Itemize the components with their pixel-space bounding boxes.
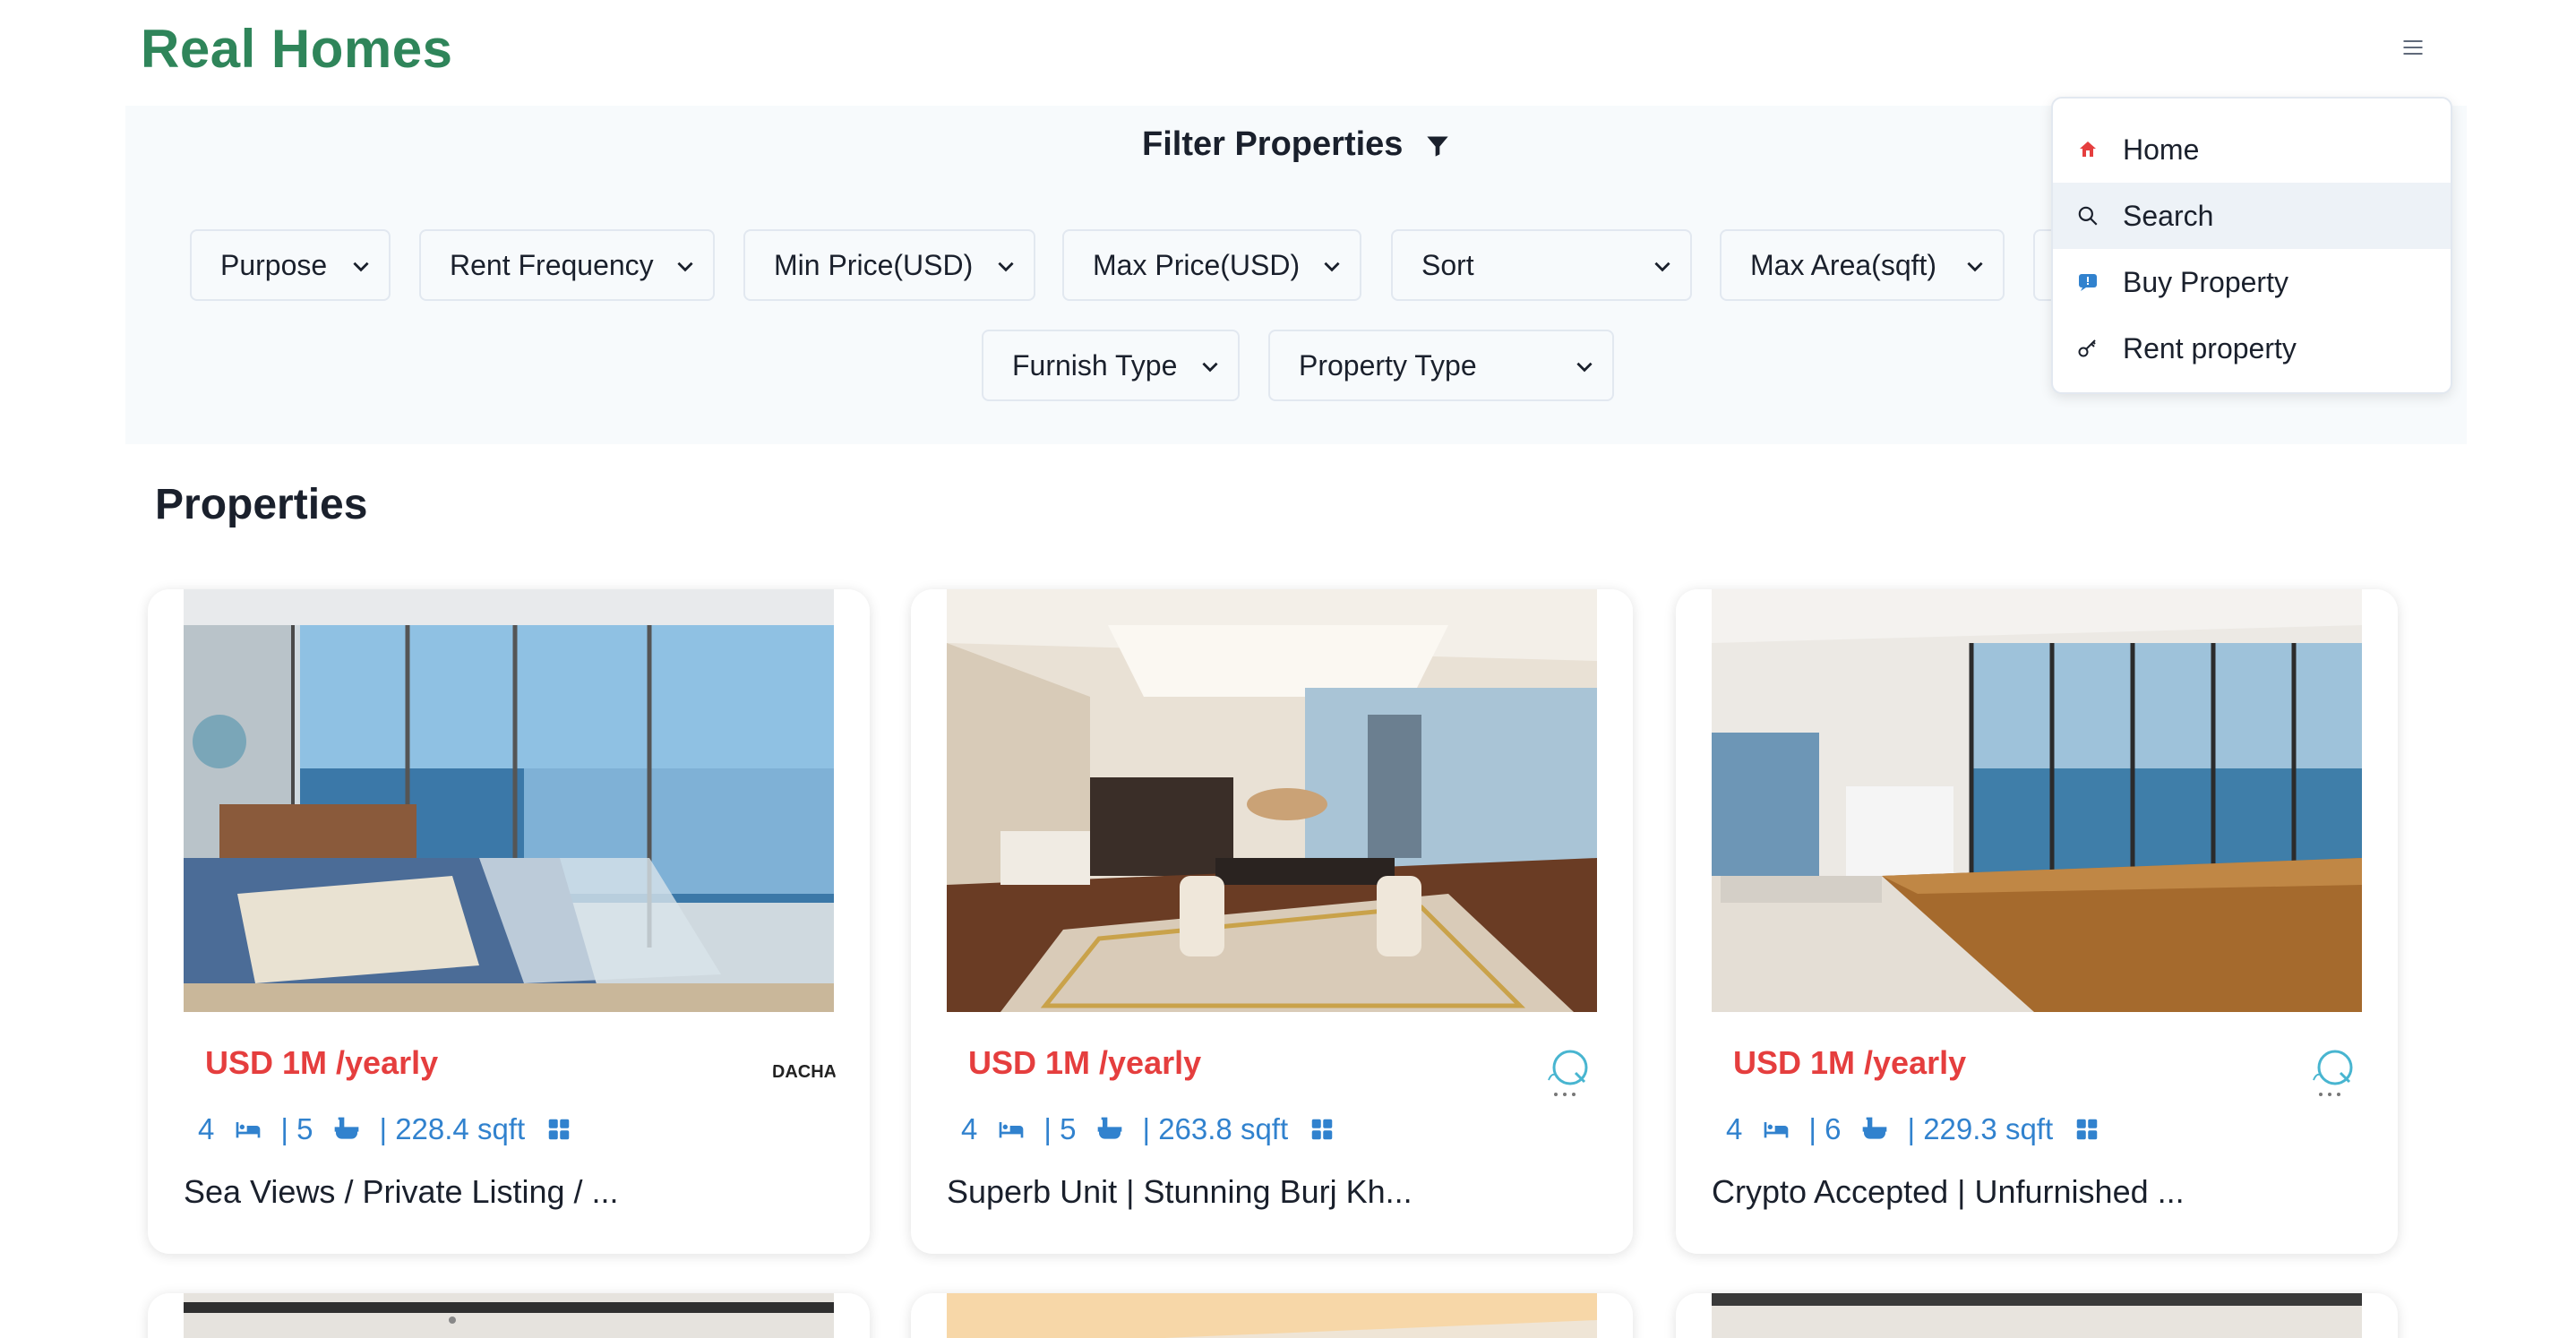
- property-stats: 4 | 6 | 229.3 sqft: [1726, 1112, 2119, 1146]
- home-icon: [2076, 138, 2099, 161]
- property-photo[interactable]: [184, 1293, 834, 1338]
- agency-logo: [1536, 1041, 1599, 1103]
- property-photo[interactable]: [184, 589, 834, 1012]
- max-area-select-label: Max Area(sqft): [1750, 248, 1937, 281]
- rent-frequency-select-label: Rent Frequency: [450, 248, 654, 281]
- aqua-logo-icon: [1548, 1050, 1588, 1096]
- property-photo[interactable]: [947, 1293, 1597, 1338]
- property-photo[interactable]: [1712, 589, 2362, 1012]
- min-price-select-label: Min Price(USD): [774, 248, 974, 281]
- furnish-type-select-label: Furnish Type: [1012, 348, 1178, 382]
- chevron-down-icon: [1324, 262, 1340, 272]
- area-size: | 228.4 sqft: [379, 1112, 526, 1145]
- furnish-type-select[interactable]: Furnish Type: [982, 330, 1240, 401]
- chevron-down-icon: [1967, 262, 1983, 272]
- baths-count: | 5: [280, 1112, 313, 1145]
- sort-select-label: Sort: [1421, 248, 1474, 281]
- agency-logo-text: DACHA: [773, 1061, 836, 1082]
- property-card[interactable]: [911, 1293, 1633, 1338]
- header: Real Homes: [0, 0, 2576, 106]
- menu-item-rent-property[interactable]: Rent property: [2053, 315, 2451, 382]
- baths-count: | 5: [1043, 1112, 1077, 1145]
- chevron-down-icon: [1654, 262, 1670, 272]
- properties-heading: Properties: [155, 481, 368, 528]
- area-grid-icon: [543, 1113, 575, 1145]
- agency-logo: DACHA: [773, 1041, 836, 1103]
- property-stats: 4 | 5 | 263.8 sqft: [961, 1112, 1354, 1146]
- menu-item-search[interactable]: Search: [2053, 183, 2451, 249]
- filter-icon: [1427, 136, 1448, 157]
- hamburger-icon: [2403, 40, 2423, 55]
- chevron-down-icon: [677, 262, 693, 272]
- bath-icon: [1094, 1113, 1126, 1145]
- property-card[interactable]: USD 1M /yearly DACHA 4 | 5 | 228.4 sqft …: [148, 589, 870, 1254]
- chevron-down-icon: [353, 262, 369, 272]
- property-title[interactable]: Crypto Accepted | Unfurnished ...: [1712, 1173, 2185, 1211]
- area-size: | 263.8 sqft: [1142, 1112, 1289, 1145]
- sort-select[interactable]: Sort: [1391, 229, 1692, 301]
- rent-frequency-select[interactable]: Rent Frequency: [419, 229, 715, 301]
- bed-icon: [995, 1113, 1027, 1145]
- baths-count: | 6: [1808, 1112, 1842, 1145]
- property-title[interactable]: Sea Views / Private Listing / ...: [184, 1173, 619, 1211]
- filter-title-text: Filter Properties: [1142, 125, 1404, 163]
- menu-item-rent-property-label: Rent property: [2123, 331, 2297, 365]
- menu-item-home[interactable]: Home: [2053, 116, 2451, 183]
- property-stats: 4 | 5 | 228.4 sqft: [198, 1112, 591, 1146]
- menu-button[interactable]: [2388, 25, 2438, 70]
- bath-icon: [331, 1113, 363, 1145]
- search-icon: [2076, 204, 2099, 227]
- bed-icon: [1760, 1113, 1792, 1145]
- purpose-select-label: Purpose: [220, 248, 328, 281]
- bath-icon: [1859, 1113, 1891, 1145]
- menu-item-search-label: Search: [2123, 199, 2214, 232]
- menu-item-buy-property-label: Buy Property: [2123, 265, 2288, 298]
- nav-dropdown-menu: Home Search Buy Property Rent property: [2051, 97, 2452, 394]
- max-area-select[interactable]: Max Area(sqft): [1720, 229, 2005, 301]
- rooms-count: 4: [198, 1112, 215, 1145]
- app-logo[interactable]: Real Homes: [141, 18, 452, 80]
- area-grid-icon: [2071, 1113, 2103, 1145]
- bed-icon: [232, 1113, 264, 1145]
- menu-item-buy-property[interactable]: Buy Property: [2053, 249, 2451, 315]
- property-price: USD 1M /yearly: [205, 1044, 439, 1081]
- min-price-select[interactable]: Min Price(USD): [743, 229, 1035, 301]
- chevron-down-icon: [1202, 362, 1218, 373]
- chevron-down-icon: [1576, 362, 1593, 373]
- agency-logo: [2301, 1041, 2364, 1103]
- property-price: USD 1M /yearly: [1733, 1044, 1967, 1081]
- max-price-select-label: Max Price(USD): [1093, 248, 1301, 281]
- buy-icon: [2076, 270, 2099, 294]
- area-size: | 229.3 sqft: [1907, 1112, 2054, 1145]
- area-grid-icon: [1306, 1113, 1338, 1145]
- property-card[interactable]: USD 1M /yearly 4 | 6 | 229.3 sqft Crypto…: [1676, 589, 2398, 1254]
- property-title[interactable]: Superb Unit | Stunning Burj Kh...: [947, 1173, 1413, 1211]
- rooms-count: 4: [1726, 1112, 1743, 1145]
- max-price-select[interactable]: Max Price(USD): [1062, 229, 1361, 301]
- property-type-select[interactable]: Property Type: [1268, 330, 1614, 401]
- aqua-logo-icon: [2313, 1050, 2353, 1096]
- property-photo[interactable]: [1712, 1293, 2362, 1338]
- property-photo[interactable]: [947, 589, 1597, 1012]
- property-type-select-label: Property Type: [1299, 348, 1477, 382]
- purpose-select[interactable]: Purpose: [190, 229, 391, 301]
- property-card[interactable]: [1676, 1293, 2398, 1338]
- key-icon: [2076, 337, 2099, 360]
- property-card[interactable]: [148, 1293, 870, 1338]
- property-price: USD 1M /yearly: [968, 1044, 1202, 1081]
- menu-item-home-label: Home: [2123, 133, 2200, 166]
- chevron-down-icon: [998, 262, 1014, 272]
- rooms-count: 4: [961, 1112, 978, 1145]
- property-card[interactable]: USD 1M /yearly 4 | 5 | 263.8 sqft Superb…: [911, 589, 1633, 1254]
